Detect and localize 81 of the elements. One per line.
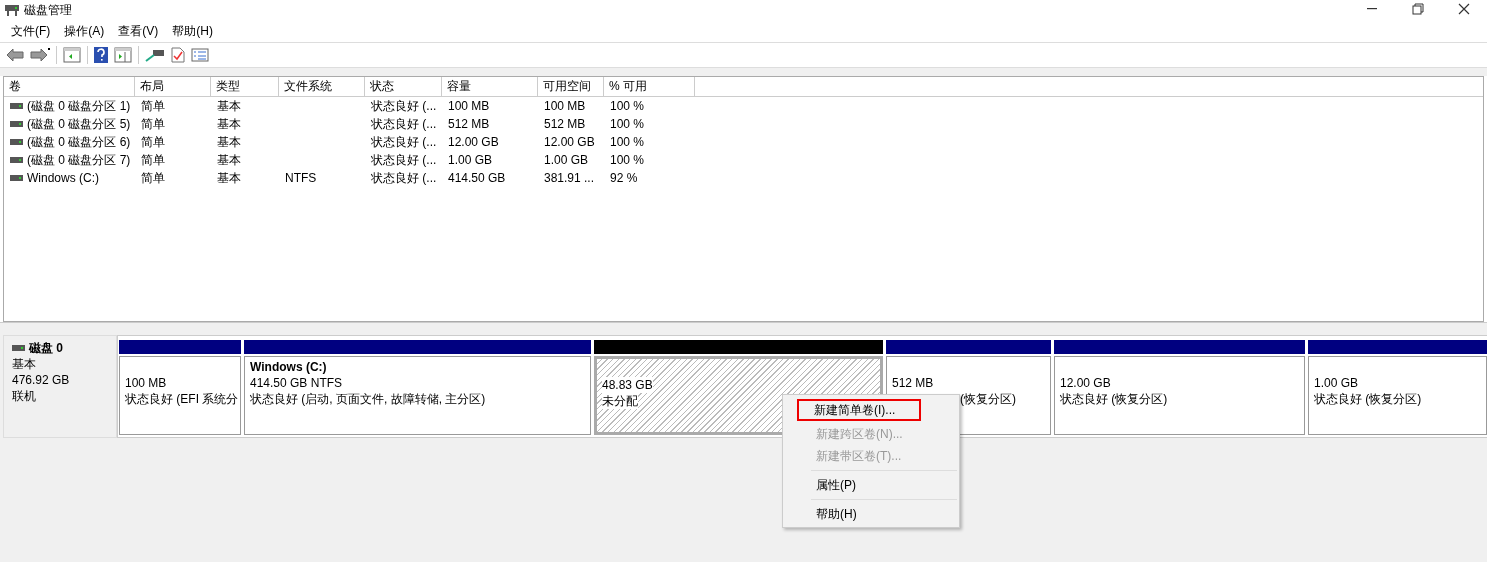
partition-size: 48.83 GB: [602, 377, 653, 393]
table-cell: 状态良好 (...: [371, 133, 437, 151]
column-header[interactable]: 布局: [135, 77, 211, 96]
column-header[interactable]: 可用空间: [538, 77, 604, 96]
table-cell: 512 MB: [448, 117, 490, 131]
partition-block[interactable]: 12.00 GB 状态良好 (恢复分区): [1054, 356, 1305, 435]
context-menu-item[interactable]: 属性(P): [783, 474, 959, 496]
partition-block[interactable]: Windows (C:) 414.50 GB NTFS 状态良好 (启动, 页面文件, 故障转储, 主分区): [244, 356, 591, 435]
table-cell: 1.00 GB: [544, 153, 589, 167]
table-cell: 414.50 GB: [448, 171, 506, 185]
disk-status: 联机: [12, 388, 37, 404]
table-cell: 1.00 GB: [448, 153, 493, 167]
partition-status: 状态良好 (恢复分区): [1060, 391, 1168, 407]
table-cell: 100 %: [610, 99, 645, 113]
table-cell: 基本: [217, 169, 241, 187]
disk-size: 476.92 GB: [12, 372, 71, 388]
table-cell: (磁盘 0 磁盘分区 1): [27, 97, 131, 115]
table-cell: 简单: [141, 115, 165, 133]
table-cell: 基本: [217, 115, 241, 133]
table-cell: 12.00 GB: [544, 135, 595, 149]
column-header[interactable]: % 可用: [604, 77, 695, 96]
table-cell: 基本: [217, 97, 241, 115]
context-menu-item[interactable]: 帮助(H): [783, 503, 959, 525]
table-cell: 12.00 GB: [448, 135, 499, 149]
table-cell: 100 %: [610, 135, 645, 149]
table-cell: 基本: [217, 151, 241, 169]
table-cell: 100 MB: [448, 99, 490, 113]
menu-item[interactable]: 文件(F): [4, 22, 58, 40]
partition-status: 未分配: [602, 393, 638, 409]
disk-name: 磁盘 0: [29, 340, 63, 356]
table-cell: 简单: [141, 97, 165, 115]
volume-icon: [10, 103, 23, 109]
menu-item[interactable]: 查看(V): [111, 22, 166, 40]
window-title: 磁盘管理: [24, 1, 72, 19]
partition-block[interactable]: 100 MB 状态良好 (EFI 系统分: [119, 356, 241, 435]
help-icon[interactable]: [94, 47, 108, 63]
disk-type: 基本: [12, 356, 37, 372]
table-cell: 基本: [217, 133, 241, 151]
partition-status: 状态良好 (EFI 系统分: [125, 391, 239, 407]
volume-icon: [10, 175, 23, 181]
console-tree-icon[interactable]: [63, 47, 81, 63]
table-cell: 512 MB: [544, 117, 586, 131]
checked-document-icon[interactable]: [171, 47, 185, 63]
menu-item[interactable]: 帮助(H): [165, 22, 220, 40]
volume-icon: [10, 139, 23, 145]
column-header[interactable]: 卷: [4, 77, 135, 96]
table-cell: Windows (C:): [27, 171, 99, 185]
table-cell: 状态良好 (...: [371, 115, 437, 133]
table-cell: 100 MB: [544, 99, 586, 113]
forward-icon[interactable]: [30, 48, 50, 62]
table-cell: 381.91 ...: [544, 171, 595, 185]
volume-icon: [10, 121, 23, 127]
partition-block[interactable]: 1.00 GB 状态良好 (恢复分区): [1308, 356, 1487, 435]
partition-status: 状态良好 (启动, 页面文件, 故障转储, 主分区): [250, 391, 486, 407]
table-cell: (磁盘 0 磁盘分区 5): [27, 115, 131, 133]
table-cell: 简单: [141, 169, 165, 187]
table-cell: (磁盘 0 磁盘分区 6): [27, 133, 131, 151]
disk-management-icon: [4, 3, 20, 17]
table-cell: 状态良好 (...: [371, 151, 437, 169]
column-header[interactable]: 类型: [211, 77, 279, 96]
volume-icon: [10, 157, 23, 163]
table-cell: 简单: [141, 133, 165, 151]
table-cell: 状态良好 (...: [371, 97, 437, 115]
column-header[interactable]: 状态: [365, 77, 442, 96]
partition-status: 状态良好 (恢复分区): [1314, 391, 1422, 407]
table-cell: (磁盘 0 磁盘分区 7): [27, 151, 131, 169]
checklist-icon[interactable]: [191, 48, 209, 62]
column-header[interactable]: 文件系统: [279, 77, 365, 96]
connect-icon[interactable]: [145, 48, 165, 62]
partition-status: (恢复分区): [960, 391, 1016, 407]
table-cell: 状态良好 (...: [371, 169, 437, 187]
action-pane-icon[interactable]: [114, 47, 132, 63]
table-cell: 简单: [141, 151, 165, 169]
column-header[interactable]: 容量: [442, 77, 538, 96]
table-cell: NTFS: [285, 171, 317, 185]
back-icon[interactable]: [6, 48, 24, 62]
table-cell: 92 %: [610, 171, 638, 185]
partition-label: Windows (C:): [250, 359, 327, 375]
table-cell: 100 %: [610, 117, 645, 131]
table-cell: 100 %: [610, 153, 645, 167]
menu-item[interactable]: 操作(A): [57, 22, 112, 40]
